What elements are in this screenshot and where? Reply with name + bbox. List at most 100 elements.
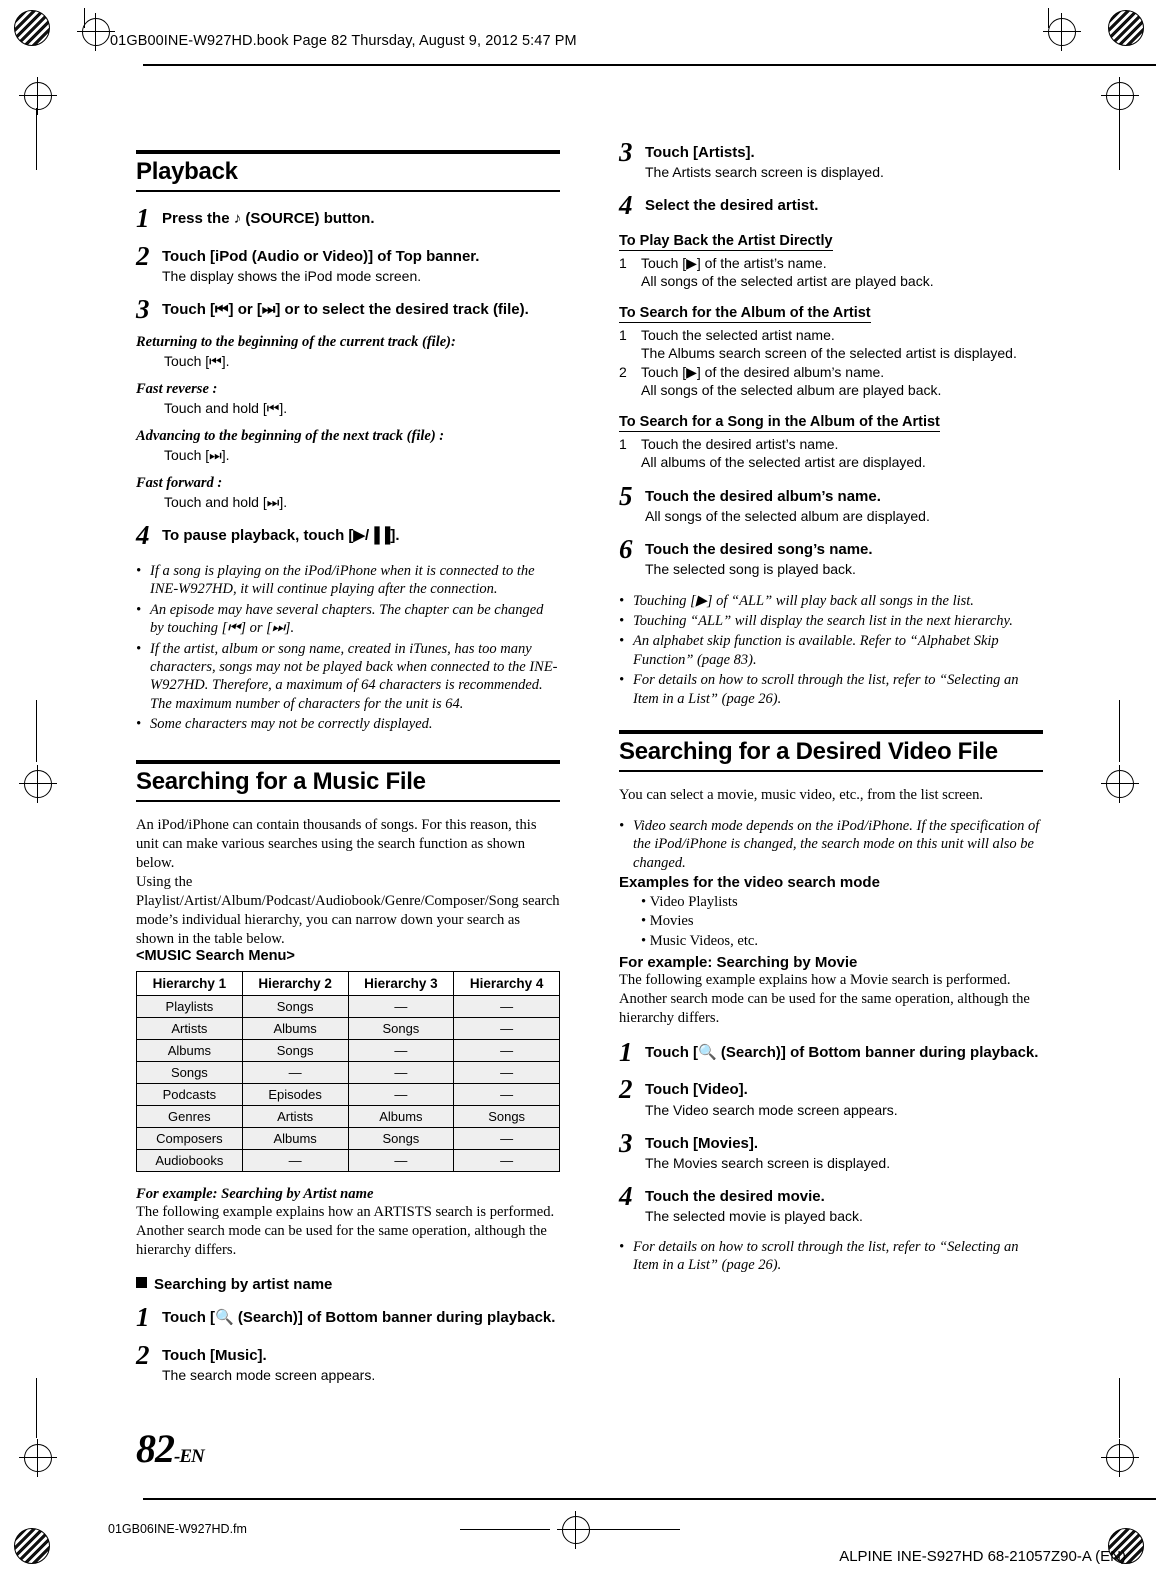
table-cell: Albums: [136, 1039, 243, 1063]
step-search-1: 1 Touch [🔍 (Search)] of Bottom banner du…: [136, 1304, 560, 1331]
table-cell: Songs: [453, 1105, 560, 1129]
step-subtext: The display shows the iPod mode screen.: [162, 267, 422, 284]
notes-list-video: • Video search mode depends on the iPod/i…: [619, 817, 1043, 872]
page-title-playback: Playback: [136, 158, 238, 185]
example-text: Movies: [649, 913, 694, 930]
list-item: • Touching [▶] of “ALL” will play back al…: [619, 592, 1043, 610]
table-cell: Composers: [136, 1127, 243, 1151]
bullet-dot: •: [641, 913, 650, 930]
item-number: [619, 381, 641, 399]
list-item: • Movies: [641, 912, 1043, 931]
step-number: 4: [136, 520, 150, 551]
table-header-cell: Hierarchy 1: [136, 971, 243, 997]
subsection-head: Fast reverse :: [136, 380, 218, 397]
table-cell: Songs: [136, 1061, 243, 1085]
table-cell: Songs: [241, 995, 349, 1019]
table-row: Songs — — —: [136, 1061, 560, 1085]
note-text: An episode may have several chapters. Th…: [150, 601, 544, 637]
subsection-head: Returning to the beginning of the curren…: [136, 333, 456, 350]
crop-line-right-vertical: [1119, 108, 1120, 170]
page-number-suffix: -EN: [174, 1446, 205, 1467]
step-title: Touch [🔍 (Search)] of Bottom banner duri…: [645, 1043, 1039, 1061]
list-item: 1 Touch [▶] of the artist’s name.: [619, 254, 1043, 272]
section-title-search-video: Searching for a Desired Video File: [619, 737, 998, 765]
table-cell: Songs: [347, 1127, 455, 1151]
registration-mark-top-right: [1043, 13, 1081, 51]
table-cell: Songs: [347, 1017, 455, 1041]
list-item: • For details on how to scroll through th…: [619, 1238, 1043, 1275]
step-title: Touch [Music].: [162, 1347, 267, 1365]
step-5-right: 5 Touch the desired album’s name. All so…: [619, 480, 1043, 525]
table-row: Playlists Songs — —: [136, 995, 560, 1019]
notes-list-video-final: • For details on how to scroll through th…: [619, 1238, 1043, 1275]
item-number: [619, 453, 641, 471]
bullet-dot: •: [136, 601, 142, 618]
paragraph-video-intro: You can select a movie, music video, etc…: [619, 786, 984, 803]
bullet-dot: •: [641, 894, 650, 911]
table-row: Podcasts Episodes — —: [136, 1083, 560, 1107]
step-number: 3: [619, 1127, 633, 1158]
table-row: Genres Artists Albums Songs: [136, 1105, 560, 1129]
section-searching-video-header: Searching for a Desired Video File: [619, 729, 1043, 772]
hierarchy-table: Hierarchy 1 Hierarchy 2 Hierarchy 3 Hier…: [136, 971, 560, 1173]
step-number: 5: [619, 480, 633, 511]
subsection-fast-forward: Fast forward : Touch and hold [⏭].: [136, 475, 560, 511]
table-cell: —: [453, 995, 560, 1019]
table-cell: Albums: [347, 1105, 455, 1129]
step-video-4: 4 Touch the desired movie. The selected …: [619, 1181, 1043, 1225]
color-registration-mark-top-right: [1108, 10, 1144, 46]
list-item: All songs of the selected album are play…: [619, 381, 1043, 399]
note-text: For details on how to scroll through the…: [633, 672, 1019, 707]
step-4-right: 4 Select the desired artist.: [619, 192, 1043, 219]
footer-file-name: 01GB06INE-W927HD.fm: [108, 1522, 247, 1536]
subsection-body: Touch and hold [⏭].: [164, 494, 288, 511]
step-number: 2: [136, 240, 150, 271]
right-column: 3 Touch [Artists]. The Artists search sc…: [619, 139, 1043, 1276]
notes-list-playback: • If a song is playing on the iPod/iPhone…: [136, 562, 560, 734]
bullet-dot: •: [136, 716, 142, 733]
step-title: Select the desired artist.: [645, 197, 819, 215]
list-item: • Some characters may not be correctly di…: [136, 715, 560, 733]
note-text: If a song is playing on the iPod/iPhone …: [150, 563, 535, 598]
step-3-right: 3 Touch [Artists]. The Artists search sc…: [619, 139, 1043, 181]
table-cell: —: [453, 1149, 560, 1173]
list-item: • Video search mode depends on the iPod/i…: [619, 817, 1043, 872]
table-cell: —: [453, 1017, 560, 1041]
square-bullet-icon: [136, 1277, 147, 1289]
bullet-dot: •: [619, 633, 625, 650]
step-subtext: The selected song is played back.: [645, 561, 856, 578]
crop-line-left-vertical-mid: [36, 700, 37, 762]
bullet-dot: •: [619, 817, 625, 834]
item-text: Touch [▶] of the artist’s name.: [641, 255, 827, 272]
step-subtext: All songs of the selected album are disp…: [645, 507, 930, 524]
step-number: 1: [619, 1036, 633, 1067]
table-cell: Artists: [136, 1017, 243, 1041]
table-cell: Genres: [136, 1105, 243, 1129]
subsection-body: Touch [⏭].: [164, 447, 230, 464]
crop-line-right-vertical-mid: [1119, 700, 1120, 762]
registration-mark-left-lower: [19, 1439, 57, 1477]
section-title-search-music: Searching for a Music File: [136, 767, 426, 795]
list-item: 1 Touch the selected artist name.: [619, 326, 1043, 344]
list-item: • If a song is playing on the iPod/iPhone…: [136, 562, 560, 599]
step-number: 2: [619, 1074, 633, 1105]
step-title: Touch [Artists].: [645, 144, 755, 161]
subsection-head: Advancing to the beginning of the next t…: [136, 428, 445, 445]
note-text: Touching “ALL” will display the search l…: [633, 612, 1013, 629]
item-number: 1: [619, 255, 627, 272]
step-video-1: 1 Touch [🔍 (Search)] of Bottom banner du…: [619, 1036, 1043, 1067]
step-number: 4: [619, 1181, 633, 1212]
subsection-head: To Search for the Album of the Artist: [619, 304, 871, 323]
list-item: • If the artist, album or song name, crea…: [136, 640, 560, 714]
item-number: [619, 344, 641, 362]
step-video-3: 3 Touch [Movies]. The Movies search scre…: [619, 1127, 1043, 1172]
item-text: All songs of the selected album are play…: [641, 382, 942, 399]
table-cell: —: [241, 1149, 349, 1173]
list-item: • An episode may have several chapters. T…: [136, 601, 560, 638]
step-title: To pause playback, touch [▶/▐▐].: [162, 527, 400, 545]
step-title: Touch the desired song’s name.: [645, 541, 873, 559]
step-6-right: 6 Touch the desired song’s name. The sel…: [619, 536, 1043, 578]
subsection-fast-reverse: Fast reverse : Touch and hold [⏮].: [136, 381, 560, 417]
step-title: Touch [Video].: [645, 1081, 748, 1099]
book-header-line: 01GB00INE-W927HD.book Page 82 Thursday, …: [110, 33, 577, 49]
